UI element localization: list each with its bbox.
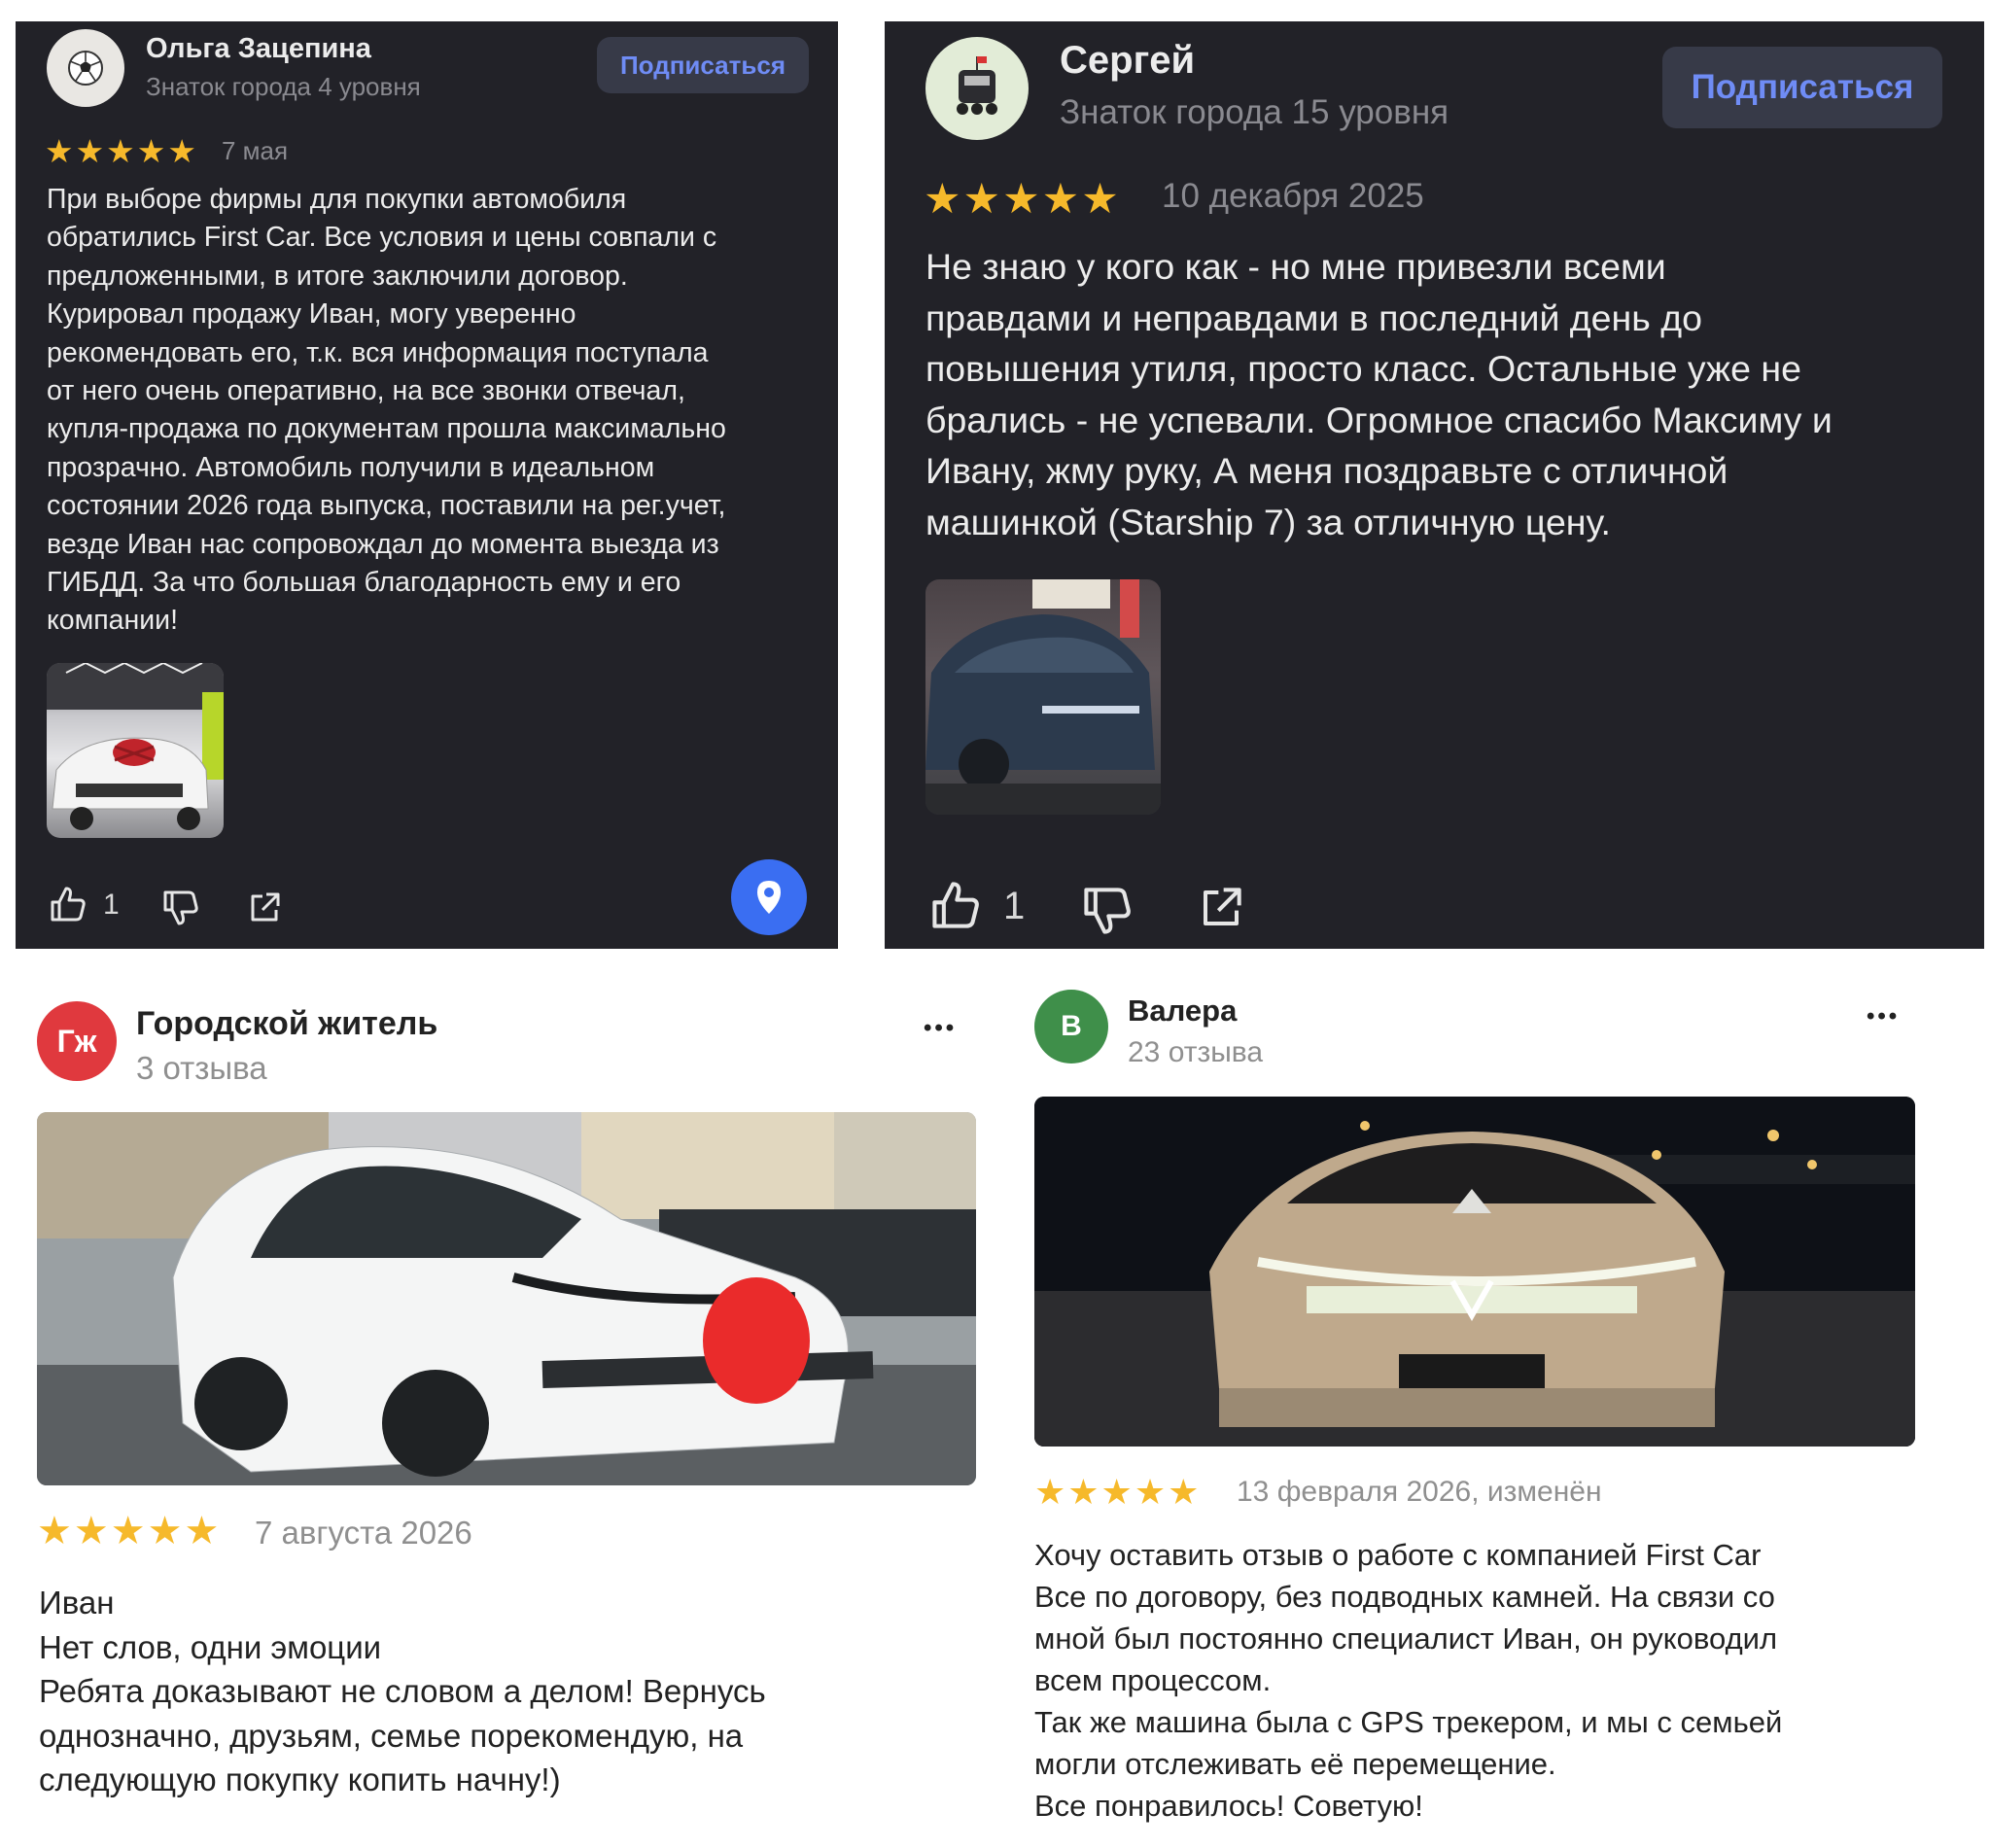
review-date: 7 мая	[222, 136, 289, 165]
review-count: 3 отзыва	[136, 1050, 267, 1086]
share-icon	[1204, 888, 1241, 925]
author-name[interactable]: Валера	[1128, 994, 1237, 1029]
review-count: 23 отзыва	[1128, 1036, 1264, 1068]
like-button[interactable]	[929, 879, 982, 931]
thumbs-down-icon	[1084, 888, 1131, 934]
more-options-button[interactable]: •••	[1867, 1003, 1900, 1030]
review-photo[interactable]	[47, 663, 224, 838]
share-icon	[251, 892, 280, 922]
white-suv-photo	[37, 1112, 976, 1485]
review-photo[interactable]	[925, 579, 1161, 815]
subscribe-button[interactable]: Подписаться	[597, 37, 809, 93]
rating-stars: ★★★★★	[924, 176, 1121, 223]
dislike-button[interactable]	[161, 889, 200, 927]
review-photo[interactable]	[1034, 1097, 1915, 1447]
car-night-photo	[1034, 1097, 1915, 1447]
review-card-1: Ольга Зацепина Знаток города 4 уровня По…	[16, 21, 838, 949]
blue-car-photo	[925, 579, 1161, 815]
review-text: Хочу оставить отзыв о работе с компанией…	[1034, 1538, 1783, 1823]
author-level: Знаток города 15 уровня	[1060, 93, 1449, 131]
avatar-initials: В	[1061, 1010, 1082, 1042]
dislike-button[interactable]	[1081, 885, 1134, 937]
author-name[interactable]: Ольга Зацепина	[146, 33, 371, 65]
review-text: Не знаю у кого как - но мне привезли все…	[925, 246, 1833, 542]
author-avatar[interactable]	[47, 29, 124, 107]
review-date: 13 февраля 2026, изменён	[1237, 1476, 1602, 1508]
more-options-button[interactable]: •••	[924, 1015, 957, 1042]
rating-stars: ★★★★★	[37, 1510, 222, 1552]
map-pin-icon	[757, 881, 781, 914]
author-name[interactable]: Городской житель	[136, 1005, 437, 1043]
author-avatar[interactable]: Гж	[37, 1001, 117, 1081]
author-avatar[interactable]: В	[1034, 990, 1108, 1063]
delivery-robot-icon	[957, 56, 997, 115]
review-card-4: В Валера 23 отзыва ••• ★★★★★ 13 февраля …	[992, 982, 1990, 1848]
review-date: 10 декабря 2025	[1162, 177, 1424, 215]
author-avatar[interactable]	[925, 37, 1029, 140]
thumbs-down-icon	[163, 890, 198, 925]
rating-stars: ★★★★★	[1034, 1472, 1202, 1512]
author-level: Знаток города 4 уровня	[146, 72, 421, 101]
share-button[interactable]	[1198, 885, 1244, 931]
thumbs-up-icon	[932, 882, 979, 928]
map-button[interactable]	[731, 859, 807, 935]
like-count: 1	[1003, 885, 1026, 927]
soccer-ball-icon	[68, 51, 103, 86]
like-count: 1	[103, 889, 120, 921]
car-with-bow-photo	[47, 663, 224, 830]
share-button[interactable]	[247, 890, 282, 925]
subscribe-button[interactable]: Подписаться	[1662, 47, 1942, 128]
author-name[interactable]: Сергей	[1060, 39, 1195, 83]
review-card-3: Гж Городской житель 3 отзыва ••• ★★★★★ 7…	[0, 982, 992, 1848]
thumbs-up-icon	[51, 887, 86, 922]
review-card-2: Сергей Знаток города 15 уровня Подписать…	[885, 21, 1984, 949]
review-date: 7 августа 2026	[255, 1515, 472, 1551]
review-text: Иван Нет слов, одни эмоции Ребята доказы…	[39, 1585, 766, 1797]
rating-stars: ★★★★★	[45, 133, 198, 169]
review-photo[interactable]	[37, 1112, 976, 1485]
like-button[interactable]	[49, 885, 87, 924]
review-text: При выборе фирмы для покупки автомобиля …	[47, 184, 726, 637]
avatar-initials: Гж	[56, 1024, 97, 1059]
